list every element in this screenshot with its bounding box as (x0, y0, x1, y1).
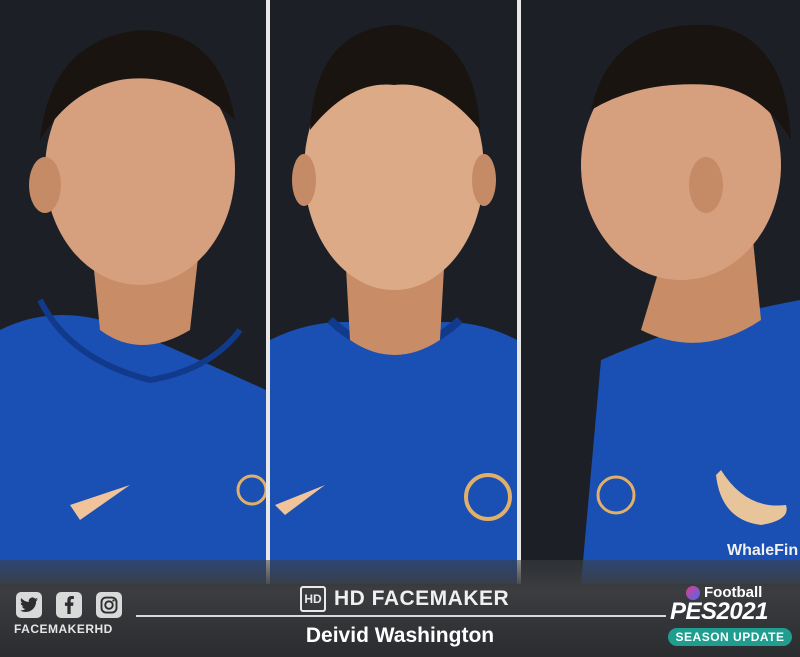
player-render-front (270, 0, 517, 584)
player-render-right: WhaleFin (521, 0, 800, 584)
instagram-icon[interactable] (96, 592, 122, 618)
hd-logo-icon: HD (300, 586, 326, 612)
portrait-front (270, 0, 517, 584)
social-handle: FACEMAKERHD (14, 622, 113, 636)
season-update-badge: SEASON UPDATE (668, 628, 792, 646)
sponsor-text: WhaleFin (727, 542, 798, 559)
twitter-icon[interactable] (16, 592, 42, 618)
pes-logo: PES2021 (670, 598, 768, 625)
player-render-left (0, 0, 266, 584)
portrait-left-three-quarter (0, 0, 266, 584)
brand-title: HD FACEMAKER (334, 587, 510, 610)
portrait-right-profile: WhaleFin (521, 0, 800, 584)
player-name: Deivid Washington (305, 624, 495, 647)
social-links (16, 592, 122, 618)
footer-rule (136, 615, 666, 617)
facebook-icon[interactable] (56, 592, 82, 618)
brand: HD HD FACEMAKER (300, 586, 509, 612)
